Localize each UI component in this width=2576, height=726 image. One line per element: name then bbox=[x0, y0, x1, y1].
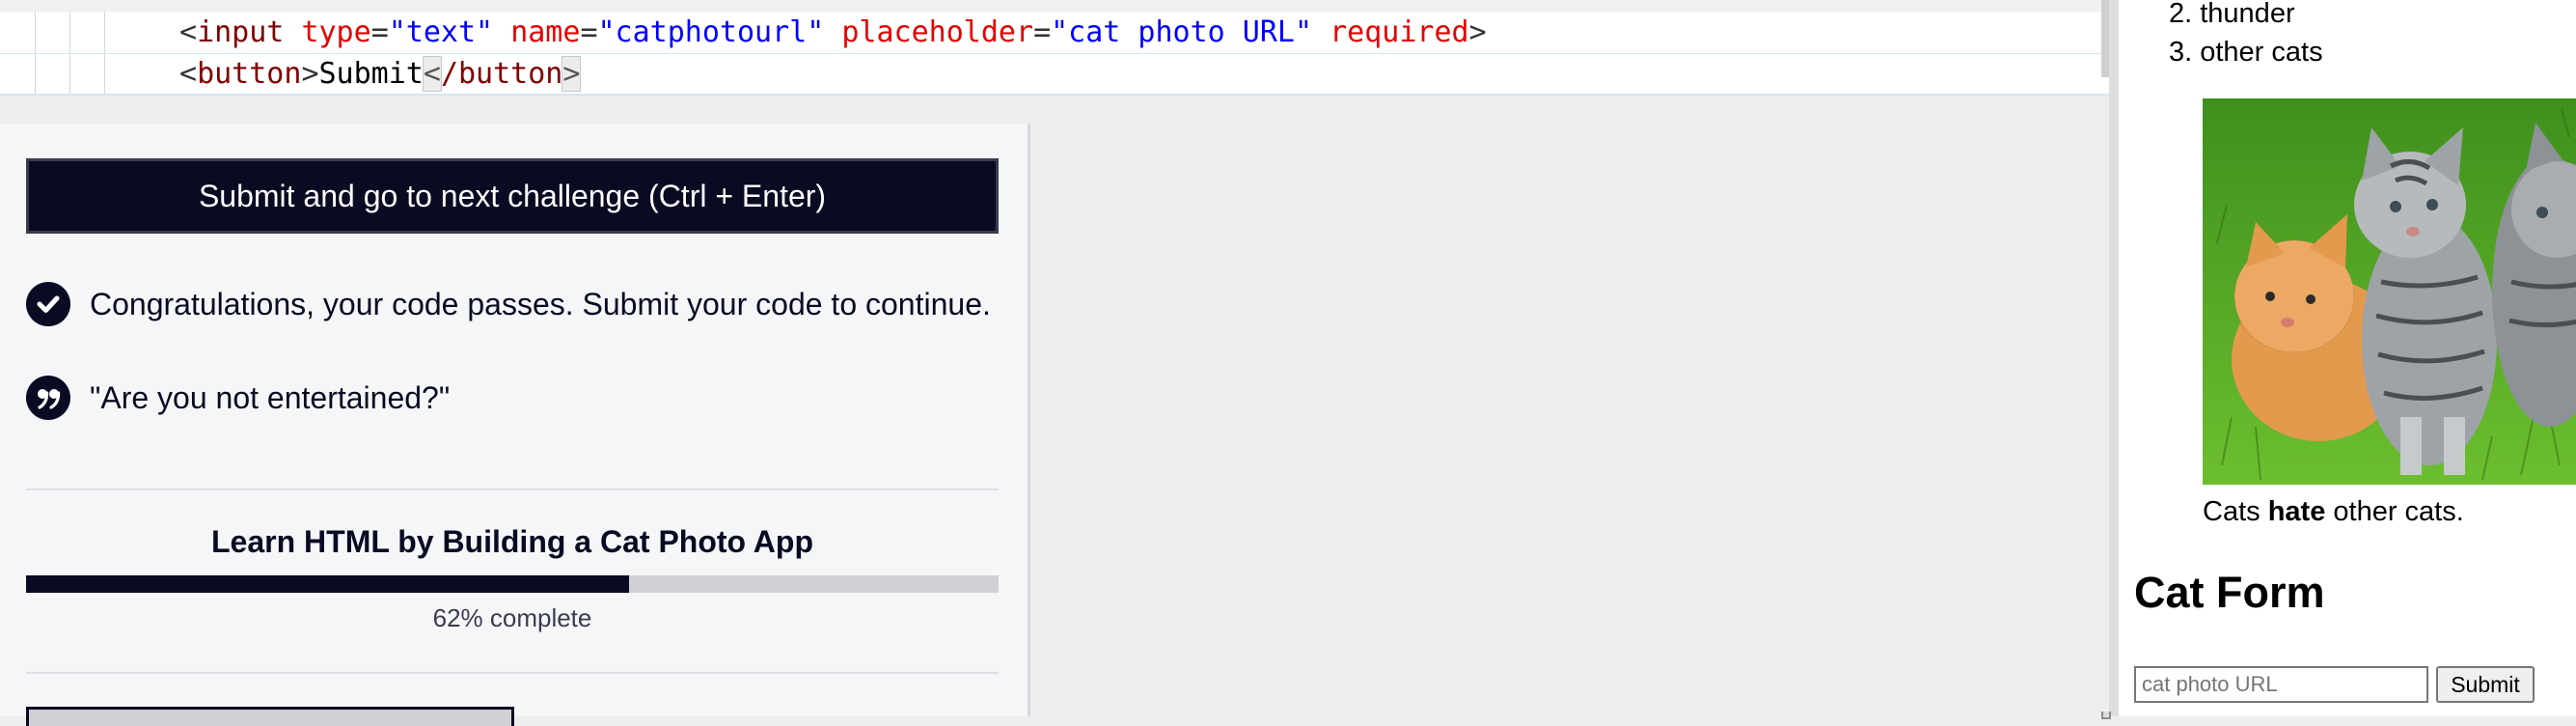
editor-top-strip bbox=[0, 0, 2109, 12]
pass-message-text: Congratulations, your code passes. Submi… bbox=[90, 286, 991, 321]
course-title: Learn HTML by Building a Cat Photo App bbox=[211, 524, 813, 559]
progress-text: 62% complete bbox=[432, 603, 592, 632]
code-editor[interactable]: <input type="text" name="catphotourl" pl… bbox=[0, 0, 2109, 97]
instructions-panel: Submit and go to next challenge (Ctrl + … bbox=[0, 124, 1030, 726]
kittens-image bbox=[2203, 98, 2576, 485]
next-button-partial[interactable] bbox=[26, 707, 514, 726]
form-heading: Cat Form bbox=[2134, 568, 2325, 617]
resize-grip-icon bbox=[2101, 707, 2111, 719]
list-item: 3. other cats bbox=[2169, 37, 2323, 68]
code-text: <input type="text" name="catphotourl" pl… bbox=[179, 15, 1487, 49]
code-line-input[interactable]: <input type="text" name="catphotourl" pl… bbox=[0, 12, 2109, 53]
cat-photo-url-input[interactable] bbox=[2134, 666, 2428, 703]
progress-bar bbox=[26, 575, 999, 593]
quote-text: "Are you not entertained?" bbox=[90, 379, 451, 415]
check-circle-icon bbox=[26, 282, 70, 326]
code-line-button[interactable]: <button>Submit</button> bbox=[0, 53, 2109, 95]
quote-message: "Are you not entertained?" bbox=[26, 376, 450, 420]
preview-pane: 2. thunder 3. other cats Cats hate other… bbox=[2119, 0, 2576, 716]
editor-scrollbar[interactable] bbox=[2101, 0, 2109, 77]
form-submit-button[interactable]: Submit bbox=[2436, 666, 2535, 703]
quote-icon bbox=[26, 376, 70, 420]
pass-message: Congratulations, your code passes. Submi… bbox=[26, 282, 991, 326]
image-caption: Cats hate other cats. bbox=[2203, 496, 2464, 527]
progress-fill bbox=[26, 575, 629, 593]
divider bbox=[26, 672, 999, 674]
divider bbox=[26, 489, 999, 490]
list-item: 2. thunder bbox=[2169, 0, 2295, 29]
submit-next-challenge-button[interactable]: Submit and go to next challenge (Ctrl + … bbox=[26, 158, 999, 234]
code-text: <button>Submit</button> bbox=[179, 56, 582, 92]
pane-splitter[interactable] bbox=[2109, 0, 2119, 716]
